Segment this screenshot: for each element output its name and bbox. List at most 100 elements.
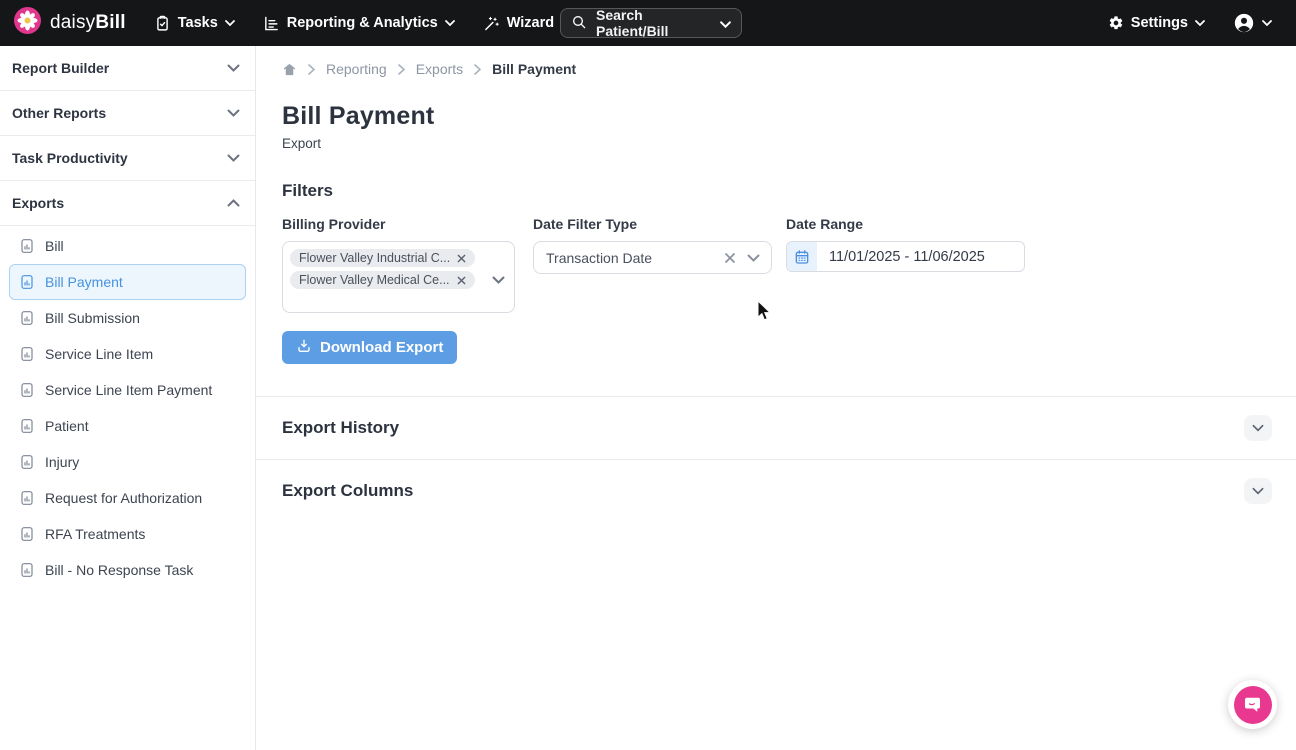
nav-tasks-label: Tasks — [177, 15, 218, 31]
remove-chip-icon[interactable] — [457, 276, 466, 285]
sidebar-section-exports[interactable]: Exports — [0, 181, 255, 226]
download-export-button[interactable]: Download Export — [282, 331, 458, 364]
daisybill-logo[interactable]: daisyBill — [14, 7, 126, 39]
page-title: Bill Payment — [282, 102, 435, 130]
export-columns-expand-button[interactable] — [1244, 478, 1272, 504]
chart-icon — [263, 15, 280, 32]
remove-chip-icon[interactable] — [457, 254, 466, 263]
sidebar-item-patient[interactable]: Patient — [9, 408, 246, 444]
chat-launcher[interactable] — [1228, 680, 1277, 729]
sidebar-section-other-reports[interactable]: Other Reports — [0, 91, 255, 136]
filters-row: Billing Provider Flower Valley Industria… — [282, 216, 1296, 313]
search-patient-bill[interactable]: Search Patient/Bill — [560, 7, 742, 39]
sidebar-item-bill-payment[interactable]: Bill Payment — [9, 264, 246, 300]
chevron-down-icon — [720, 15, 731, 31]
chevron-down-icon — [444, 20, 455, 26]
sidebar-item-rfa-treatments[interactable]: RFA Treatments — [9, 516, 246, 552]
sidebar-item-label: Patient — [45, 418, 89, 434]
sidebar-section-task-productivity[interactable]: Task Productivity — [0, 136, 255, 181]
chevron-down-icon — [227, 59, 240, 77]
home-icon[interactable] — [282, 62, 297, 77]
sidebar-item-label: Bill - No Response Task — [45, 562, 194, 578]
app-window: daisyBill Tasks Reporting & Analytics Wi… — [0, 0, 1296, 750]
chevron-down-icon — [227, 149, 240, 167]
report-doc-icon — [19, 310, 35, 326]
chevron-down-icon — [1195, 20, 1205, 26]
breadcrumb-reporting[interactable]: Reporting — [326, 61, 387, 77]
breadcrumb-separator — [397, 63, 405, 75]
magic-wand-icon — [483, 15, 500, 32]
date-range-label: Date Range — [786, 216, 864, 232]
nav-reporting-analytics[interactable]: Reporting & Analytics — [263, 15, 455, 32]
sidebar-item-bill-no-response-task[interactable]: Bill - No Response Task — [9, 552, 246, 588]
sidebar-item-label: Service Line Item Payment — [45, 382, 213, 398]
date-filter-type-select[interactable]: Transaction Date — [533, 241, 772, 274]
nav-wizard[interactable]: Wizard — [483, 15, 572, 32]
date-filter-type-field: Date Filter Type Transaction Date — [533, 216, 772, 274]
sidebar-item-label: RFA Treatments — [45, 526, 146, 542]
search-label: Search Patient/Bill — [596, 7, 669, 39]
nav-tasks[interactable]: Tasks — [154, 15, 235, 32]
sidebar-item-bill-submission[interactable]: Bill Submission — [9, 300, 246, 336]
report-doc-icon — [19, 526, 35, 542]
sidebar-item-label: Service Line Item — [45, 346, 154, 362]
sidebar-item-bill[interactable]: Bill — [9, 228, 246, 264]
billing-provider-field: Billing Provider Flower Valley Industria… — [282, 216, 515, 313]
provider-chip: Flower Valley Medical Ce... — [290, 271, 475, 289]
search-icon — [571, 14, 587, 33]
nav-account-menu[interactable] — [1233, 12, 1272, 34]
download-export-label: Download Export — [320, 339, 444, 356]
download-icon — [296, 338, 312, 358]
nav-settings[interactable]: Settings — [1108, 15, 1205, 31]
chevron-down-icon — [224, 20, 235, 26]
provider-chip-label: Flower Valley Medical Ce... — [299, 273, 450, 287]
section-label: Other Reports — [12, 105, 107, 121]
sidebar-item-service-line-item-payment[interactable]: Service Line Item Payment — [9, 372, 246, 408]
breadcrumb-exports[interactable]: Exports — [416, 61, 463, 77]
filters-heading: Filters — [282, 181, 334, 200]
sidebar-item-label: Request for Authorization — [45, 490, 203, 506]
sidebar-item-request-for-authorization[interactable]: Request for Authorization — [9, 480, 246, 516]
report-doc-icon — [19, 274, 35, 290]
nav-settings-label: Settings — [1130, 15, 1188, 31]
report-doc-icon — [19, 490, 35, 506]
chevron-up-icon — [227, 194, 240, 212]
report-doc-icon — [19, 454, 35, 470]
user-avatar-icon — [1233, 12, 1255, 34]
chevron-down-icon[interactable] — [492, 271, 505, 289]
sidebar-item-injury[interactable]: Injury — [9, 444, 246, 480]
export-history-expand-button[interactable] — [1244, 415, 1272, 441]
clear-selection-icon[interactable] — [724, 252, 736, 264]
billing-provider-label: Billing Provider — [282, 216, 386, 232]
section-label: Task Productivity — [12, 150, 128, 166]
breadcrumb: Reporting Exports Bill Payment — [282, 61, 1296, 77]
billing-provider-multiselect[interactable]: Flower Valley Industrial C... Flower Val… — [282, 241, 515, 313]
sidebar-item-label: Bill Payment — [45, 274, 123, 290]
report-doc-icon — [19, 562, 35, 578]
brand-wordmark: daisyBill — [50, 12, 126, 33]
sidebar-item-label: Bill — [45, 238, 64, 254]
nav-wizard-label: Wizard — [506, 15, 555, 31]
chevron-down-icon — [227, 104, 240, 122]
calendar-icon[interactable] — [787, 242, 817, 271]
breadcrumb-separator — [474, 63, 482, 75]
sidebar-item-service-line-item[interactable]: Service Line Item — [9, 336, 246, 372]
top-navbar: daisyBill Tasks Reporting & Analytics Wi… — [0, 0, 1296, 46]
section-label: Report Builder — [12, 60, 110, 76]
gear-icon — [1108, 15, 1124, 31]
report-doc-icon — [19, 418, 35, 434]
date-range-value: 11/01/2025 - 11/06/2025 — [829, 248, 985, 265]
provider-chip-label: Flower Valley Industrial C... — [299, 251, 451, 265]
chevron-down-icon — [1262, 20, 1272, 26]
sidebar-section-report-builder[interactable]: Report Builder — [0, 46, 255, 91]
export-history-section: Export History — [282, 397, 1296, 459]
chat-bubble-icon — [1233, 685, 1272, 724]
date-range-input[interactable]: 11/01/2025 - 11/06/2025 — [786, 241, 1025, 272]
tasks-clipboard-icon — [154, 15, 171, 32]
date-filter-type-label: Date Filter Type — [533, 216, 637, 232]
reports-sidebar: Report Builder Other Reports Task Produc… — [0, 46, 256, 750]
chevron-down-icon[interactable] — [747, 254, 760, 262]
date-range-field: Date Range 11/01/2025 - 11/06/2025 — [786, 216, 1025, 272]
main-content: Reporting Exports Bill Payment Bill Paym… — [256, 46, 1296, 750]
breadcrumb-separator — [308, 63, 315, 75]
